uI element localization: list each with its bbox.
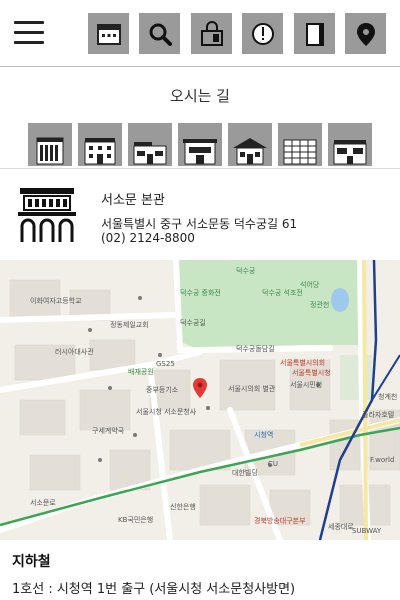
map-label: 서울시의회 별관 [228, 385, 276, 393]
building-5-icon [233, 138, 267, 165]
notebook-icon[interactable] [294, 13, 335, 54]
map-label: F.world [370, 456, 395, 464]
building-7-icon [333, 140, 367, 165]
branch-selector [28, 123, 374, 166]
map-label: 구세계약국 [92, 427, 125, 435]
page-title: 오시는 길 [170, 87, 230, 105]
building-4-icon [183, 139, 217, 165]
branch-phone[interactable]: (02) 2124-8800 [101, 231, 195, 245]
map-label: 덕수궁돌담길 [236, 345, 275, 353]
subway-line-1: 1호선 : 시청역 1번 출구 (서울시청 서소문청사방면) [12, 582, 296, 597]
map-label: 정동제일교회 [110, 321, 149, 329]
map-label: 배재공원 [128, 368, 154, 376]
search-icon[interactable] [139, 13, 180, 54]
location-info-panel: 서소문 본관 서울특별시 중구 서소문동 덕수궁길 61 (02) 2124-8… [0, 168, 400, 260]
branch-tab-7[interactable] [328, 123, 372, 166]
shopping-bag-icon[interactable] [191, 13, 232, 54]
map-label: 대한빌딩 [232, 469, 258, 477]
map-label: 서울시청 서소문청사 [136, 408, 197, 416]
location-pin-icon[interactable] [345, 13, 386, 54]
map-label: 신한은행 [170, 503, 196, 511]
branch-tab-4[interactable] [178, 123, 222, 166]
map-label: 서소문로 [30, 499, 56, 507]
branch-name: 서소문 본관 [101, 193, 165, 208]
map-label: 러시아대사관 [55, 348, 94, 356]
branch-tab-1[interactable] [28, 123, 72, 166]
map-location-marker-icon[interactable] [193, 378, 207, 398]
map-label: 덕수궁 [236, 267, 256, 275]
map-label: 플라자호텔 [362, 411, 395, 419]
seosomun-building-logo [18, 188, 76, 242]
subway-directions: 지하철 1호선 : 시청역 1번 출구 (서울시청 서소문청사방면) [0, 540, 400, 600]
map-label: CU [268, 460, 279, 468]
map-label: 중부등기소 [146, 386, 179, 394]
map-label: 이화여자고등학교 [30, 297, 82, 305]
branch-tab-3[interactable] [128, 123, 172, 166]
hamburger-menu-icon[interactable] [14, 18, 44, 48]
subway-heading: 지하철 [12, 554, 51, 570]
calendar-icon[interactable] [88, 13, 129, 54]
building-6-icon [283, 139, 317, 165]
map-label: 덕수궁 중화전 [180, 289, 221, 297]
map-label: KB국민은행 [118, 516, 154, 524]
map-label: 덕수궁 석조전 [262, 289, 303, 297]
map-label: GS25 [156, 360, 175, 368]
map-label: 정관헌 [310, 301, 330, 309]
branch-address: 서울특별시 중구 서소문동 덕수궁길 61 [101, 217, 298, 231]
branch-tab-6[interactable] [278, 123, 322, 166]
building-1-icon [36, 137, 64, 165]
info-alert-icon[interactable] [242, 13, 283, 54]
branch-tab-5[interactable] [228, 123, 272, 166]
map-label: 청계천 [378, 393, 398, 401]
map-label: 서울시민청 [290, 381, 323, 389]
map-label: 시청역 [254, 431, 274, 439]
map-label: 서울특별시청 [292, 369, 331, 377]
map-label: 경북방송대구본부 [254, 517, 306, 525]
map-label: SUBWAY [352, 527, 382, 535]
map-label: 덕수궁길 [180, 319, 206, 327]
map-label: 세종대로 [328, 523, 354, 531]
branch-tab-2[interactable] [78, 123, 122, 166]
map-label: 서울특별시의회 [280, 359, 326, 367]
building-2-icon [84, 138, 116, 165]
location-map[interactable]: 덕수궁 덕수궁 중화전 덕수궁 석조전 석어당 정관헌 덕수궁돌담길 덕수궁길 … [0, 260, 400, 540]
map-label: 석어당 [300, 281, 320, 289]
building-3-icon [133, 142, 167, 165]
top-toolbar [0, 0, 400, 67]
